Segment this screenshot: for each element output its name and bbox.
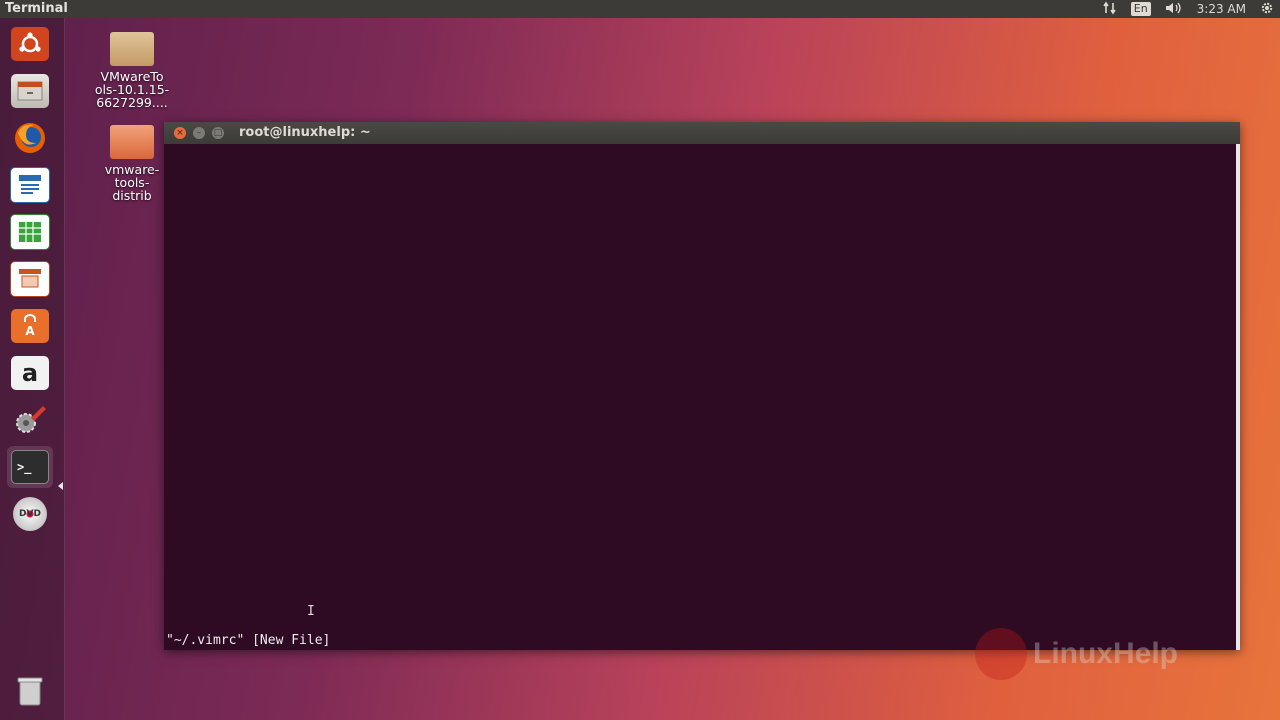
terminal-titlebar[interactable]: × – □ root@linuxhelp: ~ xyxy=(164,122,1240,144)
close-icon: × xyxy=(176,128,184,138)
scrollbar[interactable] xyxy=(1236,144,1240,650)
vim-status-line: "~/.vimrc" [New File] xyxy=(166,633,331,648)
network-updown-icon[interactable] xyxy=(1103,1,1117,18)
launcher-item-impress[interactable] xyxy=(7,258,53,300)
text-cursor-icon: I xyxy=(307,604,315,619)
spreadsheet-icon xyxy=(10,214,50,250)
terminal-icon: >_ xyxy=(11,450,49,484)
dvd-icon: DVD xyxy=(13,497,47,531)
launcher-item-files[interactable] xyxy=(7,70,53,112)
minimize-button[interactable]: – xyxy=(193,127,205,139)
launcher-item-terminal[interactable]: >_ xyxy=(7,446,53,488)
minimize-icon: – xyxy=(196,128,202,138)
file-cabinet-icon xyxy=(11,74,49,108)
window-title: root@linuxhelp: ~ xyxy=(239,125,371,140)
launcher-item-calc[interactable] xyxy=(7,211,53,253)
presentation-icon xyxy=(10,261,50,297)
indicator-area: En 3:23 AM xyxy=(1103,0,1274,18)
launcher-item-dash[interactable] xyxy=(7,23,53,65)
watermark-text: LinuxHelp xyxy=(1033,637,1179,670)
launcher: A a >_ DVD xyxy=(0,18,65,720)
writer-doc-icon xyxy=(10,167,50,203)
desktop-icon-vmware-tools-folder[interactable]: vmware- tools- distrib xyxy=(92,125,172,202)
trash-icon xyxy=(11,674,49,708)
shopping-bag-icon: A xyxy=(11,309,49,343)
svg-text:A: A xyxy=(25,324,35,338)
firefox-icon xyxy=(11,121,49,155)
launcher-item-amazon[interactable]: a xyxy=(7,352,53,394)
launcher-item-software-center[interactable]: A xyxy=(7,305,53,347)
terminal-content[interactable]: I xyxy=(164,144,1236,650)
linuxhelp-logo-icon xyxy=(975,628,1027,680)
launcher-item-dvd[interactable]: DVD xyxy=(7,493,53,535)
active-app-title: Terminal xyxy=(5,1,68,16)
active-app-indicator xyxy=(58,482,63,490)
watermark: LinuxHelp xyxy=(975,628,1178,680)
settings-tools-icon xyxy=(11,403,49,437)
amazon-icon: a xyxy=(11,356,49,390)
launcher-item-writer[interactable] xyxy=(7,164,53,206)
launcher-item-system-settings[interactable] xyxy=(7,399,53,441)
ubuntu-logo-icon xyxy=(11,27,49,61)
keyboard-layout-indicator[interactable]: En xyxy=(1130,2,1151,16)
archive-icon xyxy=(110,32,154,66)
speaker-icon[interactable] xyxy=(1165,1,1183,18)
clock[interactable]: 3:23 AM xyxy=(1197,2,1246,16)
gear-icon[interactable] xyxy=(1260,1,1274,18)
terminal-window[interactable]: × – □ root@linuxhelp: ~ I "~/.vimrc" [Ne… xyxy=(164,122,1240,650)
launcher-item-trash[interactable] xyxy=(7,670,53,712)
close-button[interactable]: × xyxy=(174,127,186,139)
desktop-icon-vmware-tools-archive[interactable]: VMwareTo ols-10.1.15- 6627299.... xyxy=(92,32,172,109)
folder-icon xyxy=(110,125,154,159)
top-panel: Terminal En 3:23 AM xyxy=(0,0,1280,18)
maximize-icon: □ xyxy=(213,128,223,138)
launcher-item-firefox[interactable] xyxy=(7,117,53,159)
desktop-icon-label: 6627299.... xyxy=(96,95,168,110)
maximize-button[interactable]: □ xyxy=(212,127,224,139)
desktop-icon-label: distrib xyxy=(112,188,152,203)
